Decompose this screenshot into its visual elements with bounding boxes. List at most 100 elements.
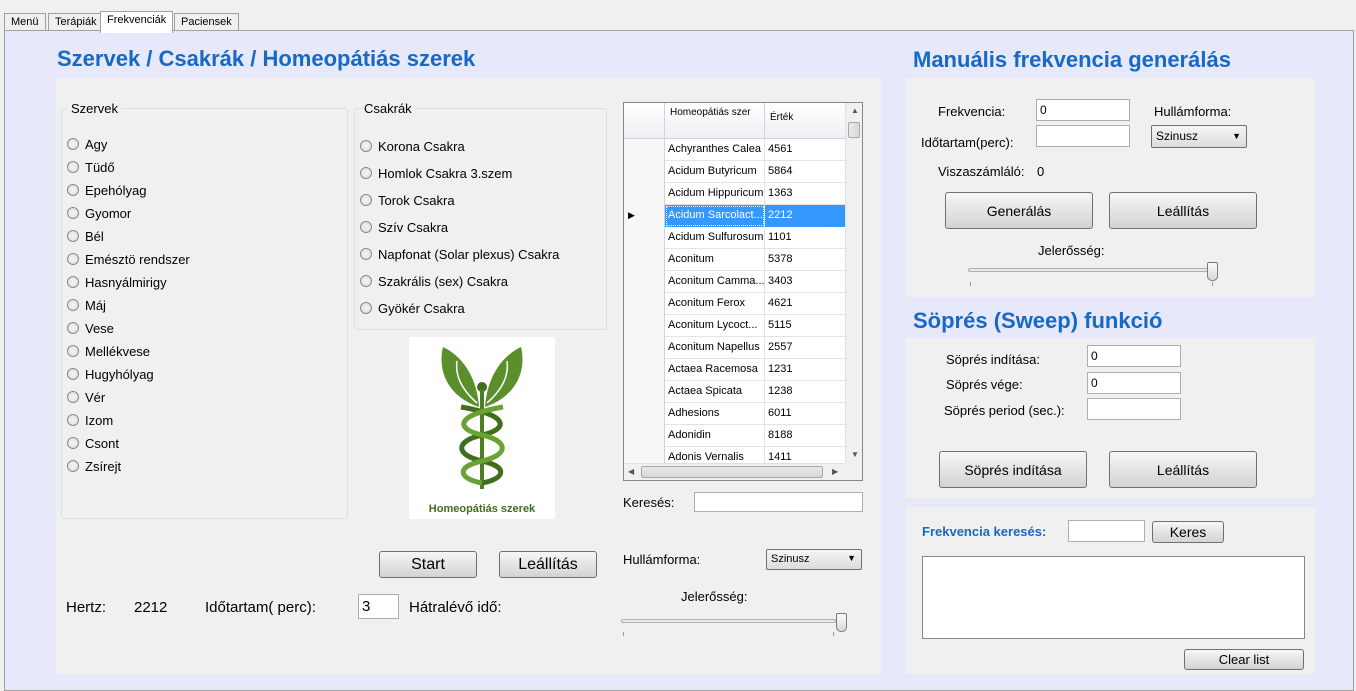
- frekvencia-results-list[interactable]: [922, 556, 1305, 639]
- row-header[interactable]: [624, 183, 665, 205]
- table-row[interactable]: Acidum Sulfurosum 1101: [624, 227, 846, 249]
- jelerosseg-thumb[interactable]: [836, 613, 847, 632]
- row-header[interactable]: [624, 359, 665, 381]
- radio-button-icon[interactable]: [67, 138, 79, 150]
- grid-cell-name[interactable]: Achyranthes Calea: [665, 139, 765, 161]
- frekvencia-kereses-input[interactable]: [1068, 520, 1145, 542]
- table-row[interactable]: Aconitum Napellus 2557: [624, 337, 846, 359]
- szervek-radio-item[interactable]: Gyomor: [67, 204, 131, 222]
- radio-button-icon[interactable]: [67, 253, 79, 265]
- grid-cell-value[interactable]: 1238: [765, 381, 846, 403]
- scroll-down-icon[interactable]: ▼: [851, 450, 859, 459]
- radio-button-icon[interactable]: [360, 194, 372, 206]
- grid-cell-name[interactable]: Aconitum Lycoct...: [665, 315, 765, 337]
- grid-cell-value[interactable]: 5378: [765, 249, 846, 271]
- radio-button-icon[interactable]: [67, 276, 79, 288]
- csakrak-radio-item[interactable]: Gyökér Csakra: [360, 299, 465, 317]
- grid-horizontal-scrollbar[interactable]: ◀ ▶: [624, 463, 846, 480]
- table-row[interactable]: Acidum Hippuricum 1363: [624, 183, 846, 205]
- radio-button-icon[interactable]: [360, 302, 372, 314]
- grid-cell-value[interactable]: 2557: [765, 337, 846, 359]
- csakrak-radio-item[interactable]: Torok Csakra: [360, 191, 455, 209]
- szervek-radio-item[interactable]: Izom: [67, 411, 113, 429]
- sweep-end-input[interactable]: [1087, 372, 1181, 394]
- sweep-stop-button[interactable]: Leállítás: [1109, 451, 1257, 488]
- table-row[interactable]: Achyranthes Calea 4561: [624, 139, 846, 161]
- grid-vertical-scrollbar[interactable]: ▲ ▼: [845, 103, 862, 465]
- grid-cell-value[interactable]: 1101: [765, 227, 846, 249]
- table-row[interactable]: Actaea Spicata 1238: [624, 381, 846, 403]
- tab-frekvenciak[interactable]: Frekvenciák: [100, 11, 174, 33]
- row-header[interactable]: [624, 139, 665, 161]
- manual-leallitas-button[interactable]: Leállítás: [1109, 192, 1257, 229]
- grid-cell-name[interactable]: Adonidin: [665, 425, 765, 447]
- row-header[interactable]: [624, 249, 665, 271]
- table-row[interactable]: Actaea Racemosa 1231: [624, 359, 846, 381]
- radio-button-icon[interactable]: [67, 460, 79, 472]
- szervek-radio-item[interactable]: Emésztö rendszer: [67, 250, 190, 268]
- row-header[interactable]: [624, 271, 665, 293]
- radio-button-icon[interactable]: [360, 248, 372, 260]
- idotartam-input[interactable]: [358, 594, 399, 619]
- szervek-radio-item[interactable]: Csont: [67, 434, 119, 452]
- hullamforma-select[interactable]: Szinusz ▼: [766, 549, 862, 570]
- scroll-up-icon[interactable]: ▲: [851, 106, 859, 115]
- grid-cell-name[interactable]: Aconitum Napellus: [665, 337, 765, 359]
- scroll-right-icon[interactable]: ▶: [832, 467, 838, 476]
- grid-cell-name[interactable]: Actaea Racemosa: [665, 359, 765, 381]
- csakrak-radio-item[interactable]: Homlok Csakra 3.szem: [360, 164, 512, 182]
- radio-button-icon[interactable]: [67, 184, 79, 196]
- grid-cell-value[interactable]: 1363: [765, 183, 846, 205]
- radio-button-icon[interactable]: [67, 230, 79, 242]
- table-row[interactable]: Aconitum 5378: [624, 249, 846, 271]
- row-header[interactable]: ▶: [624, 205, 665, 227]
- grid-cell-value[interactable]: 2212: [765, 205, 846, 227]
- sweep-start-button[interactable]: Söprés indítása: [939, 451, 1087, 488]
- table-row[interactable]: Aconitum Lycoct... 5115: [624, 315, 846, 337]
- grid-cell-value[interactable]: 5115: [765, 315, 846, 337]
- grid-cell-name[interactable]: Acidum Sarcolact...: [665, 205, 765, 227]
- grid-header-name[interactable]: Homeopátiás szer: [665, 103, 765, 139]
- szervek-radio-item[interactable]: Bél: [67, 227, 104, 245]
- kereses-input[interactable]: [694, 492, 863, 512]
- szervek-radio-item[interactable]: Vér: [67, 388, 105, 406]
- szervek-radio-item[interactable]: Agy: [67, 135, 107, 153]
- grid-cell-name[interactable]: Aconitum Camma...: [665, 271, 765, 293]
- grid-cell-name[interactable]: Acidum Sulfurosum: [665, 227, 765, 249]
- table-row[interactable]: Acidum Butyricum 5864: [624, 161, 846, 183]
- table-row[interactable]: ▶ Acidum Sarcolact... 2212: [624, 205, 846, 227]
- sweep-start-input[interactable]: [1087, 345, 1181, 367]
- csakrak-radio-item[interactable]: Szív Csakra: [360, 218, 448, 236]
- table-row[interactable]: Aconitum Camma... 3403: [624, 271, 846, 293]
- grid-cell-value[interactable]: 6011: [765, 403, 846, 425]
- grid-cell-value[interactable]: 4621: [765, 293, 846, 315]
- grid-header-value[interactable]: Érték: [765, 103, 846, 139]
- radio-button-icon[interactable]: [67, 299, 79, 311]
- szervek-radio-item[interactable]: Tüdő: [67, 158, 115, 176]
- grid-cell-name[interactable]: Actaea Spicata: [665, 381, 765, 403]
- grid-cell-name[interactable]: Acidum Hippuricum: [665, 183, 765, 205]
- radio-button-icon[interactable]: [360, 140, 372, 152]
- szervek-radio-item[interactable]: Vese: [67, 319, 114, 337]
- csakrak-radio-item[interactable]: Szakrális (sex) Csakra: [360, 272, 508, 290]
- manual-idotartam-input[interactable]: [1036, 125, 1130, 147]
- csakrak-radio-item[interactable]: Korona Csakra: [360, 137, 465, 155]
- grid-cell-value[interactable]: 8188: [765, 425, 846, 447]
- scroll-left-icon[interactable]: ◀: [628, 467, 634, 476]
- horizontal-scroll-thumb[interactable]: [641, 466, 823, 478]
- homeopathy-grid[interactable]: Homeopátiás szer Érték Achyranthes Calea…: [623, 102, 863, 481]
- row-header[interactable]: [624, 381, 665, 403]
- grid-cell-value[interactable]: 1231: [765, 359, 846, 381]
- row-header[interactable]: [624, 337, 665, 359]
- vertical-scroll-thumb[interactable]: [848, 122, 860, 138]
- radio-button-icon[interactable]: [67, 322, 79, 334]
- manual-hullamforma-select[interactable]: Szinusz ▼: [1151, 125, 1247, 148]
- grid-cell-name[interactable]: Acidum Butyricum: [665, 161, 765, 183]
- clear-list-button[interactable]: Clear list: [1184, 649, 1304, 670]
- szervek-radio-item[interactable]: Hugyhólyag: [67, 365, 154, 383]
- csakrak-radio-item[interactable]: Napfonat (Solar plexus) Csakra: [360, 245, 559, 263]
- szervek-radio-item[interactable]: Máj: [67, 296, 106, 314]
- frekvencia-input[interactable]: [1036, 99, 1130, 121]
- table-row[interactable]: Adhesions 6011: [624, 403, 846, 425]
- radio-button-icon[interactable]: [67, 414, 79, 426]
